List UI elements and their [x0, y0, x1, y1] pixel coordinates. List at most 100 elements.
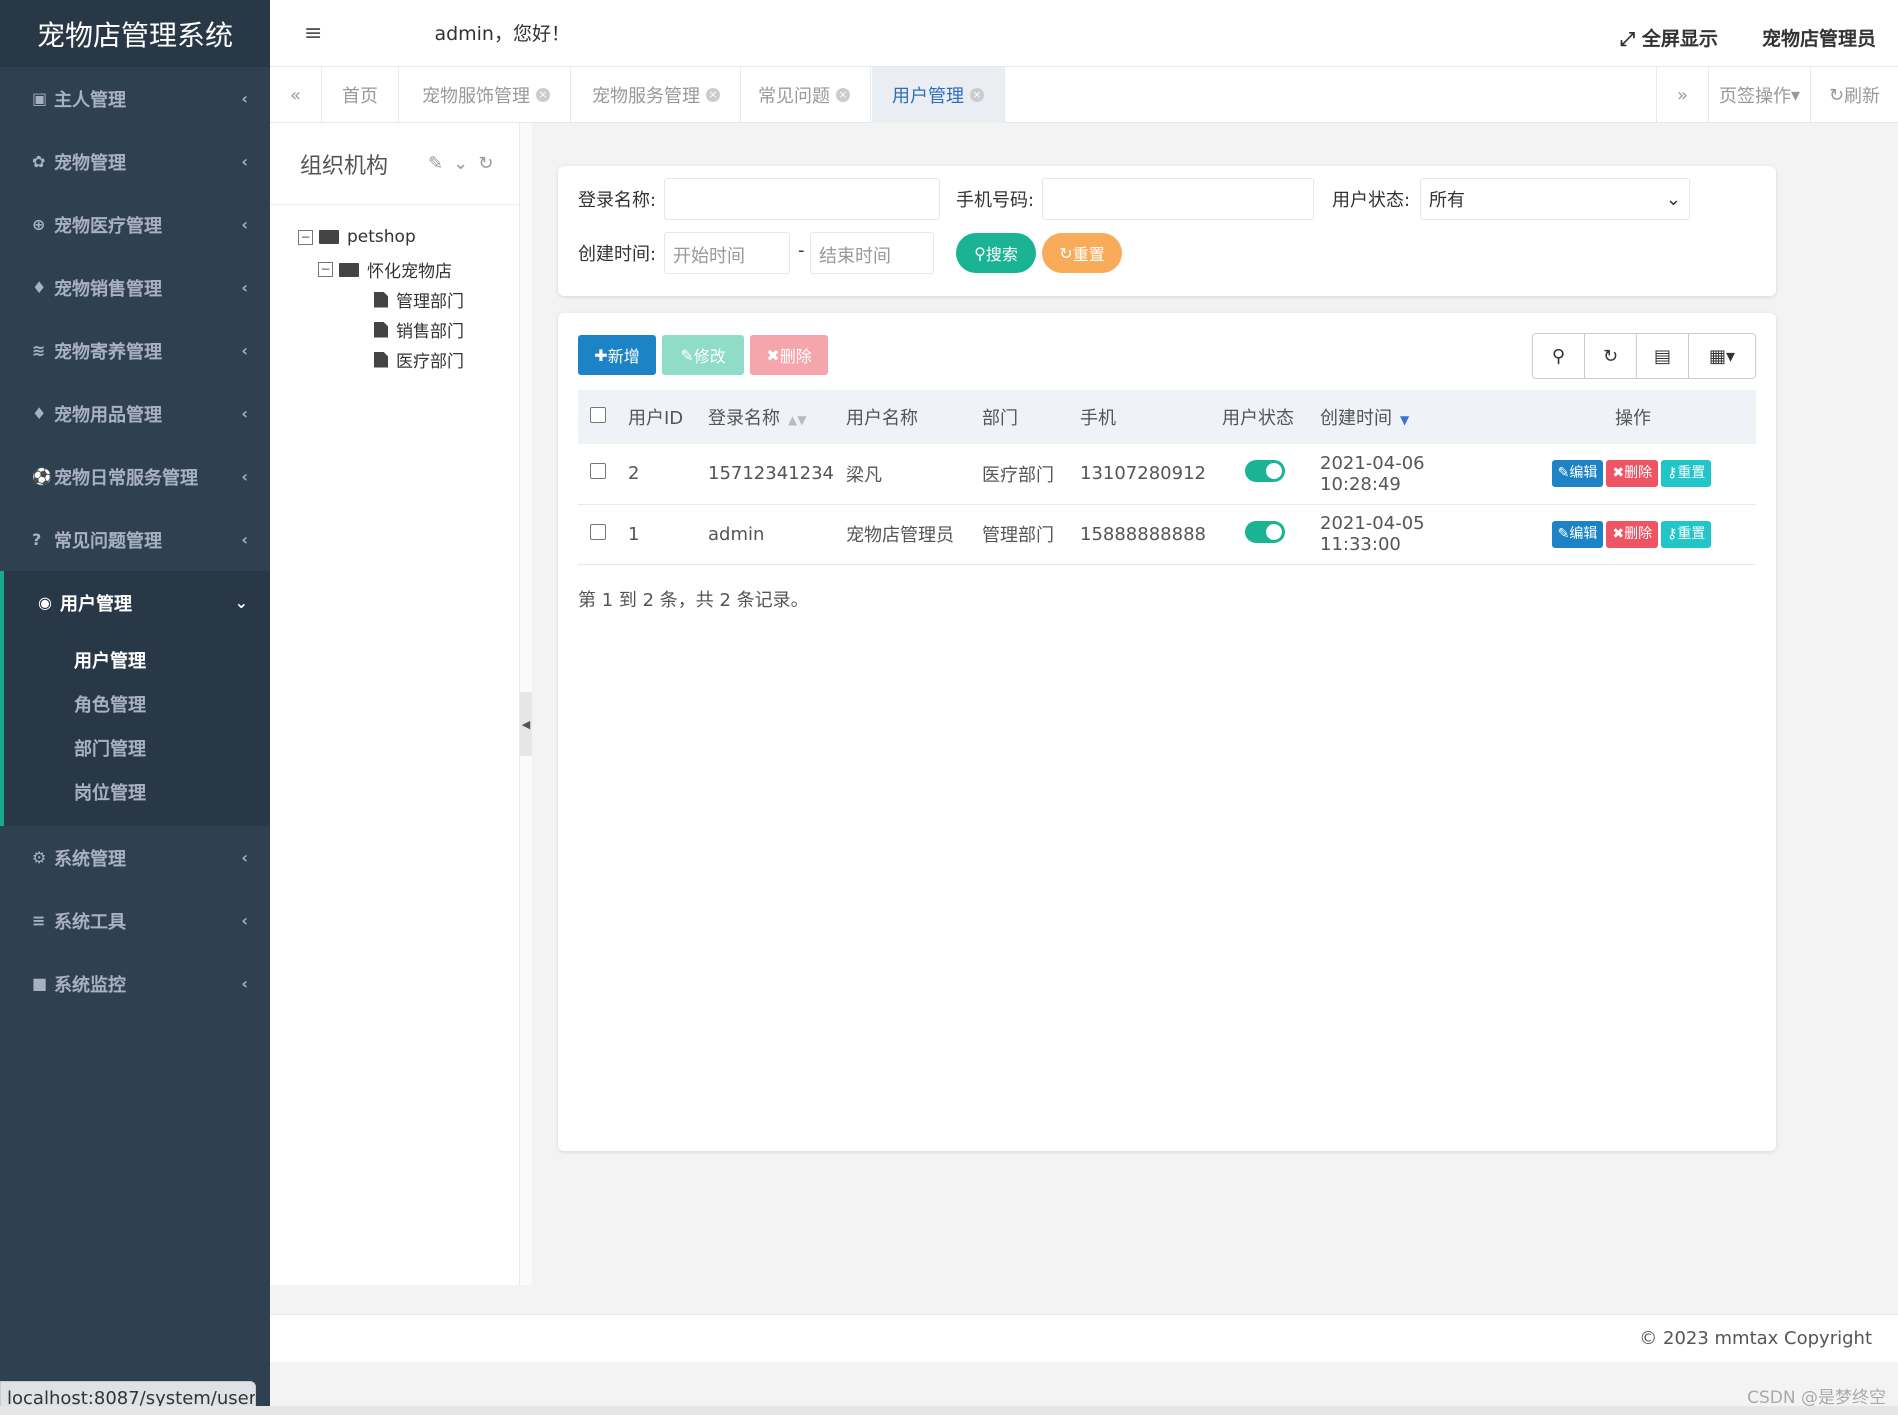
submenu-item-user[interactable]: 用户管理 — [4, 638, 270, 682]
collapse-toggle-icon[interactable]: − — [298, 229, 313, 245]
refresh-table-button[interactable]: ↻ — [1585, 334, 1637, 378]
phone-input[interactable] — [1042, 178, 1314, 220]
sidebar-item-label: 宠物日常服务管理 — [54, 467, 198, 489]
file-icon — [374, 291, 388, 308]
submenu-item-dept[interactable]: 部门管理 — [4, 726, 270, 770]
close-icon[interactable]: × — [970, 88, 984, 102]
sidebar-item-monitor[interactable]: ■ 系统监控 ‹ — [0, 952, 270, 1015]
close-icon[interactable]: × — [536, 88, 550, 102]
table-toolbar: ⚲ ↻ ▤ ▦ ▾ — [1532, 333, 1756, 379]
close-icon[interactable]: × — [706, 88, 720, 102]
hamburger-menu-icon[interactable]: ≡ — [304, 21, 322, 46]
col-actions: 操作 — [1615, 408, 1651, 429]
sidebar-item-pet[interactable]: ✿ 宠物管理 ‹ — [0, 130, 270, 193]
col-login-name[interactable]: 登录名称 ▲▼ — [702, 390, 840, 444]
end-time-input[interactable]: 结束时间 — [810, 232, 934, 274]
tree-node-store[interactable]: − 怀化宠物店 — [318, 257, 452, 282]
key-icon: ⚷ — [1667, 525, 1678, 542]
app-brand: 宠物店管理系统 — [0, 0, 270, 67]
sidebar-item-daily-service[interactable]: ⚽ 宠物日常服务管理 ‹ — [0, 445, 270, 508]
col-phone: 手机 — [1080, 408, 1116, 429]
start-time-input[interactable]: 开始时间 — [664, 232, 790, 274]
gear-icon: ⚙ — [32, 848, 47, 867]
tab-pet-service[interactable]: 宠物服务管理 × — [572, 67, 741, 123]
row-checkbox[interactable] — [590, 463, 606, 480]
refresh-label: 刷新 — [1844, 86, 1881, 107]
refresh-icon[interactable]: ↻ — [478, 153, 493, 174]
phone-label: 手机号码: — [956, 190, 1035, 211]
sidebar-item-label: 用户管理 — [60, 593, 132, 615]
tree-node-dept[interactable]: 销售部门 — [374, 317, 464, 342]
close-icon: ✖ — [766, 345, 780, 365]
sidebar-item-boarding[interactable]: ≋ 宠物寄养管理 ‹ — [0, 319, 270, 382]
tab-refresh-button[interactable]: ↻ 刷新 — [1810, 67, 1898, 123]
chevron-down-icon[interactable]: ⌄ — [453, 153, 468, 174]
tree-node-dept[interactable]: 管理部门 — [374, 287, 464, 312]
row-edit-button[interactable]: ✎编辑 — [1551, 520, 1604, 548]
sidebar-item-user-management[interactable]: ◉ 用户管理 ⌄ — [0, 571, 270, 634]
sidebar-item-medical[interactable]: ⊕ 宠物医疗管理 ‹ — [0, 193, 270, 256]
bell-icon: ♦ — [32, 278, 47, 297]
status-select[interactable]: 所有 ⌄ — [1420, 178, 1690, 220]
submenu-item-post[interactable]: 岗位管理 — [4, 770, 270, 814]
sidebar-item-tools[interactable]: ≡ 系统工具 ‹ — [0, 889, 270, 952]
sidebar-item-sales[interactable]: ♦ 宠物销售管理 ‹ — [0, 256, 270, 319]
edit-button[interactable]: ✎ 修改 — [662, 335, 744, 375]
chevron-left-icon: ‹ — [241, 341, 248, 360]
close-icon[interactable]: × — [836, 88, 850, 102]
add-button[interactable]: ✚ 新增 — [578, 335, 656, 375]
cell-phone: 15888888888 — [1080, 523, 1206, 545]
fullscreen-button[interactable]: ⤢ 全屏显示 — [1620, 24, 1718, 51]
tab-label: 宠物服饰管理 — [422, 86, 530, 107]
tab-scroll-left-button[interactable]: « — [270, 67, 322, 123]
col-created[interactable]: 创建时间 ▼ — [1314, 390, 1510, 444]
reset-button[interactable]: ↻ 重置 — [1042, 233, 1122, 273]
row-reset-password-button[interactable]: ⚷重置 — [1661, 520, 1712, 548]
sidebar-item-label: 系统管理 — [54, 848, 126, 870]
chevron-left-icon: ‹ — [241, 848, 248, 867]
edit-icon[interactable]: ✎ — [428, 153, 443, 174]
sidebar-item-label: 系统监控 — [54, 974, 126, 996]
user-circle-icon: ◉ — [38, 593, 52, 612]
panel-collapse-handle[interactable]: ◀ — [520, 692, 532, 756]
tab-scroll-right-button[interactable]: » — [1656, 67, 1708, 123]
cell-user-id: 2 — [628, 463, 640, 485]
row-edit-button[interactable]: ✎编辑 — [1551, 460, 1604, 488]
columns-dropdown-button[interactable]: ▦ ▾ — [1689, 334, 1755, 378]
login-name-input[interactable] — [664, 178, 940, 220]
row-delete-button[interactable]: ✖删除 — [1606, 460, 1659, 488]
tab-faq[interactable]: 常见问题 × — [738, 67, 871, 123]
col-status: 用户状态 — [1222, 408, 1294, 429]
action-label: 重置 — [1677, 465, 1706, 482]
row-reset-password-button[interactable]: ⚷重置 — [1661, 460, 1712, 488]
toggle-search-button[interactable]: ⚲ — [1533, 334, 1585, 378]
tab-label: 首页 — [342, 86, 378, 107]
tab-pet-clothing[interactable]: 宠物服饰管理 × — [402, 67, 571, 123]
edit-button-label: 修改 — [693, 347, 726, 366]
sidebar-item-supplies[interactable]: ♦ 宠物用品管理 ‹ — [0, 382, 270, 445]
tab-user-management[interactable]: 用户管理 × — [872, 67, 1005, 123]
tree-node-root[interactable]: − petshop — [298, 227, 416, 247]
sidebar-item-owner[interactable]: ▣ 主人管理 ‹ — [0, 67, 270, 130]
search-button[interactable]: ⚲ 搜索 — [956, 233, 1036, 273]
tab-operations-dropdown[interactable]: 页签操作 ▾ — [1708, 67, 1810, 123]
key-icon: ⚷ — [1667, 465, 1678, 482]
row-checkbox[interactable] — [590, 523, 606, 540]
sidebar-item-faq[interactable]: ? 常见问题管理 ‹ — [0, 508, 270, 571]
select-all-checkbox[interactable] — [590, 406, 606, 423]
toggle-view-button[interactable]: ▤ — [1637, 334, 1689, 378]
plus-circle-icon: ⊕ — [32, 215, 46, 234]
collapse-toggle-icon[interactable]: − — [318, 262, 333, 277]
sidebar-item-system[interactable]: ⚙ 系统管理 ‹ — [0, 826, 270, 889]
status-toggle[interactable] — [1245, 520, 1285, 543]
submenu-item-role[interactable]: 角色管理 — [4, 682, 270, 726]
tab-home[interactable]: 首页 — [322, 67, 399, 123]
tab-label: 宠物服务管理 — [592, 86, 700, 107]
delete-button[interactable]: ✖ 删除 — [750, 335, 828, 375]
paw-icon: ✿ — [32, 152, 46, 171]
tree-node-dept[interactable]: 医疗部门 — [374, 347, 464, 372]
row-delete-button[interactable]: ✖删除 — [1606, 520, 1659, 548]
status-toggle[interactable] — [1245, 460, 1285, 483]
search-form: 登录名称: 手机号码: 用户状态: 所有 ⌄ 创建时间: 开始时间 - 结束时间… — [558, 166, 1776, 296]
user-menu[interactable]: 宠物店管理员 — [1762, 24, 1876, 51]
